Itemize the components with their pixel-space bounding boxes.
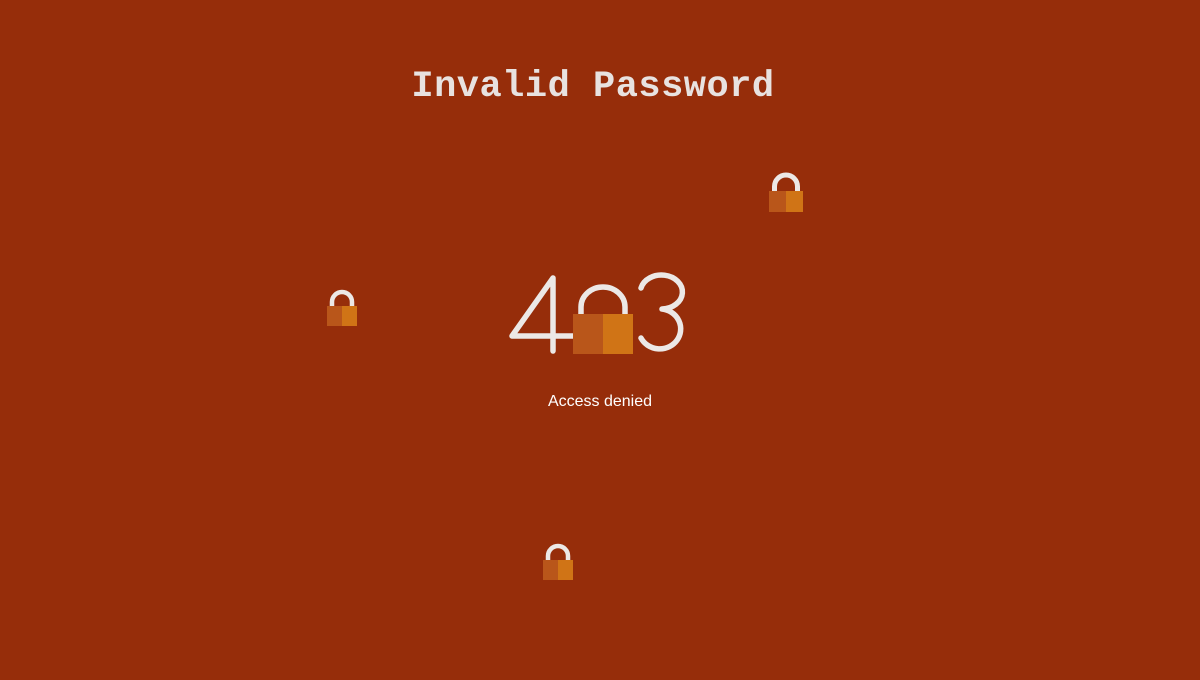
digit-4 [509, 275, 577, 354]
padlock-body-right [558, 560, 573, 580]
padlock-icon [327, 289, 357, 326]
padlock-body-right [786, 191, 803, 212]
padlock-body-left-large [573, 314, 603, 354]
access-denied-message: Access denied [547, 393, 653, 410]
padlock-body-left [327, 306, 342, 326]
padlock-icon [543, 543, 573, 580]
padlock-body-right-large [603, 314, 633, 354]
status-code [500, 262, 700, 362]
digit-3 [638, 272, 686, 352]
padlock-body-left [769, 191, 786, 212]
padlock-shackle [545, 543, 571, 560]
padlock-body-right [342, 306, 357, 326]
padlock-body-left [543, 560, 558, 580]
padlock-shackle [772, 172, 800, 191]
padlock-shackle-large [578, 284, 628, 317]
page-title: Invalid Password [411, 66, 775, 108]
padlock-icon [769, 172, 803, 212]
padlock-shackle [329, 289, 355, 306]
